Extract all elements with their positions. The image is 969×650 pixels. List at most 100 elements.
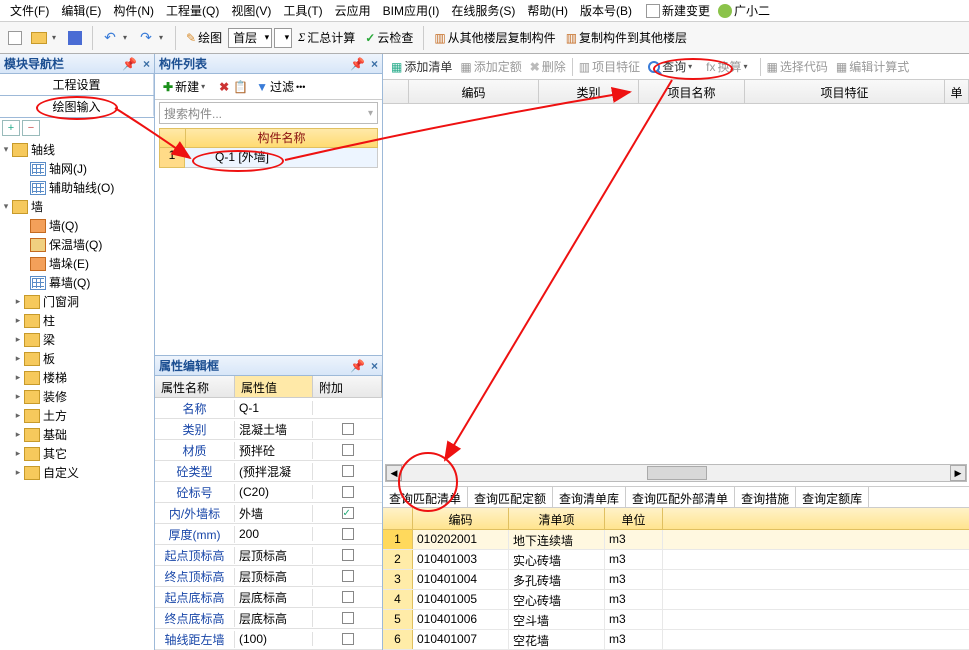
pin-icon[interactable]: 📌 (350, 57, 365, 71)
checkbox[interactable] (342, 486, 354, 498)
toggle-icon[interactable]: ▾ (0, 201, 12, 212)
checkbox[interactable] (342, 423, 354, 435)
toggle-icon[interactable]: ▸ (12, 334, 24, 345)
menu-cloud[interactable]: 云应用 (329, 0, 377, 21)
proj-feat-button[interactable]: ▥项目特征 (575, 58, 644, 75)
qtab-match-quota[interactable]: 查询匹配定额 (468, 487, 553, 507)
property-row[interactable]: 轴线距左墙(100) (155, 629, 382, 650)
toggle-icon[interactable]: ▸ (12, 296, 24, 307)
query-row[interactable]: 3010401004多孔砖墙m3 (383, 570, 969, 590)
convert-dropdown[interactable]: ▾ (744, 62, 754, 71)
prop-value[interactable]: 层顶标高 (235, 568, 313, 585)
undo-dropdown[interactable]: ▾ (123, 33, 133, 42)
toggle-icon[interactable]: ▸ (12, 353, 24, 364)
tree-wall-q[interactable]: 墙(Q) (0, 216, 154, 235)
checkbox[interactable] (342, 633, 354, 645)
qtab-measure[interactable]: 查询措施 (735, 487, 796, 507)
property-row[interactable]: 类别混凝土墙 (155, 419, 382, 440)
close-icon[interactable]: × (371, 359, 378, 373)
checkbox[interactable] (342, 528, 354, 540)
property-row[interactable]: 内/外墙标外墙 (155, 503, 382, 524)
convert-button[interactable]: fx换算▾ (702, 58, 757, 75)
toggle-icon[interactable]: ▸ (12, 429, 24, 440)
add-list-button[interactable]: ▦添加清单 (387, 58, 456, 75)
tab-project-settings[interactable]: 工程设置 (0, 74, 154, 95)
component-search[interactable]: 搜索构件... ▾ (159, 102, 378, 124)
property-row[interactable]: 砼标号(C20) (155, 482, 382, 503)
add-quota-button[interactable]: ▦添加定额 (456, 58, 525, 75)
tree-wall[interactable]: ▾墙 (0, 197, 154, 216)
close-icon[interactable]: × (143, 57, 150, 71)
tree-item[interactable]: ▸楼梯 (0, 368, 154, 387)
redo-button[interactable]: ↷ (135, 27, 157, 49)
tree-wall-duo[interactable]: 墙垛(E) (0, 254, 154, 273)
sum-button[interactable]: Σ 汇总计算 (294, 26, 359, 50)
delete-button[interactable]: ✖删除 (526, 58, 570, 75)
qtab-match-list[interactable]: 查询匹配清单 (383, 487, 468, 507)
property-row[interactable]: 砼类型(预拌混凝 (155, 461, 382, 482)
grid-unit-col[interactable]: 单 (945, 80, 969, 103)
checkbox[interactable] (342, 612, 354, 624)
toggle-icon[interactable]: ▸ (12, 448, 24, 459)
close-icon[interactable]: × (371, 57, 378, 71)
prop-value[interactable]: 层顶标高 (235, 547, 313, 564)
scroll-left-icon[interactable]: ◀ (386, 465, 402, 481)
scroll-thumb[interactable] (647, 466, 707, 480)
scroll-right-icon[interactable]: ▶ (950, 465, 966, 481)
delete-component-button[interactable]: ✖ (219, 80, 229, 94)
prop-value[interactable]: (C20) (235, 485, 313, 499)
component-row[interactable]: 1 Q-1 [外墙] (159, 148, 378, 168)
tree-item[interactable]: ▸自定义 (0, 463, 154, 482)
new-change-button[interactable]: 新建变更 (642, 2, 714, 19)
grid-feat-col[interactable]: 项目特征 (745, 80, 945, 103)
new-file-button[interactable] (4, 27, 26, 49)
toggle-icon[interactable]: ▸ (12, 410, 24, 421)
prop-value[interactable]: 混凝土墙 (235, 421, 313, 438)
tree-item[interactable]: ▸门窗洞 (0, 292, 154, 311)
prop-value[interactable]: (100) (235, 632, 313, 646)
tree-expand-button[interactable]: + (2, 120, 20, 136)
toggle-icon[interactable]: ▸ (12, 372, 24, 383)
tree-item[interactable]: ▸梁 (0, 330, 154, 349)
toggle-icon[interactable]: ▸ (12, 467, 24, 478)
query-row[interactable]: 4010401005空心砖墙m3 (383, 590, 969, 610)
tab-draw-input[interactable]: 绘图输入 (0, 96, 154, 117)
copy-component-button[interactable]: 📋 (233, 80, 248, 94)
property-row[interactable]: 材质预拌砼 (155, 440, 382, 461)
property-row[interactable]: 名称Q-1 (155, 398, 382, 419)
menu-component[interactable]: 构件(N) (107, 0, 160, 21)
nav-tree[interactable]: ▾轴线 轴网(J) 辅助轴线(O) ▾墙 墙(Q) 保温墙(Q) 墙垛(E) 幕… (0, 138, 154, 650)
property-row[interactable]: 起点底标高层底标高 (155, 587, 382, 608)
checkbox[interactable] (342, 465, 354, 477)
prop-value[interactable]: 外墙 (235, 505, 313, 522)
query-row[interactable]: 5010401006空斗墙m3 (383, 610, 969, 630)
cloud-check-button[interactable]: ✓ 云检查 (361, 26, 417, 50)
qtab-quota-lib[interactable]: 查询定额库 (796, 487, 869, 507)
edit-formula-button[interactable]: ▦编辑计算式 (832, 58, 913, 75)
query-button[interactable]: 查询▾ (644, 58, 702, 75)
menu-online[interactable]: 在线服务(S) (445, 0, 521, 21)
menu-file[interactable]: 文件(F) (4, 0, 55, 21)
grid-cat-col[interactable]: 类别 (539, 80, 639, 103)
copy-to-button[interactable]: ▥ 复制构件到其他楼层 (562, 26, 691, 50)
grid-name-col[interactable]: 项目名称 (639, 80, 745, 103)
tree-item[interactable]: ▸基础 (0, 425, 154, 444)
property-row[interactable]: 厚度(mm)200 (155, 524, 382, 545)
tree-item[interactable]: ▸土方 (0, 406, 154, 425)
empty-select[interactable] (274, 28, 292, 48)
tree-item[interactable]: ▸板 (0, 349, 154, 368)
checkbox[interactable] (342, 570, 354, 582)
pin-icon[interactable]: 📌 (122, 57, 137, 71)
toggle-icon[interactable]: ▸ (12, 391, 24, 402)
menu-quantity[interactable]: 工程量(Q) (160, 0, 225, 21)
prop-value[interactable]: (预拌混凝 (235, 463, 313, 480)
tree-item[interactable]: ▸柱 (0, 311, 154, 330)
save-button[interactable] (64, 27, 86, 49)
dropdown-icon[interactable]: ▾ (201, 82, 211, 91)
menu-edit[interactable]: 编辑(E) (55, 0, 107, 21)
user-button[interactable]: 广小二 (714, 2, 774, 19)
search-dropdown-icon[interactable]: ▾ (368, 108, 373, 119)
tree-axis-net[interactable]: 轴网(J) (0, 159, 154, 178)
menu-help[interactable]: 帮助(H) (521, 0, 574, 21)
tree-item[interactable]: ▸装修 (0, 387, 154, 406)
